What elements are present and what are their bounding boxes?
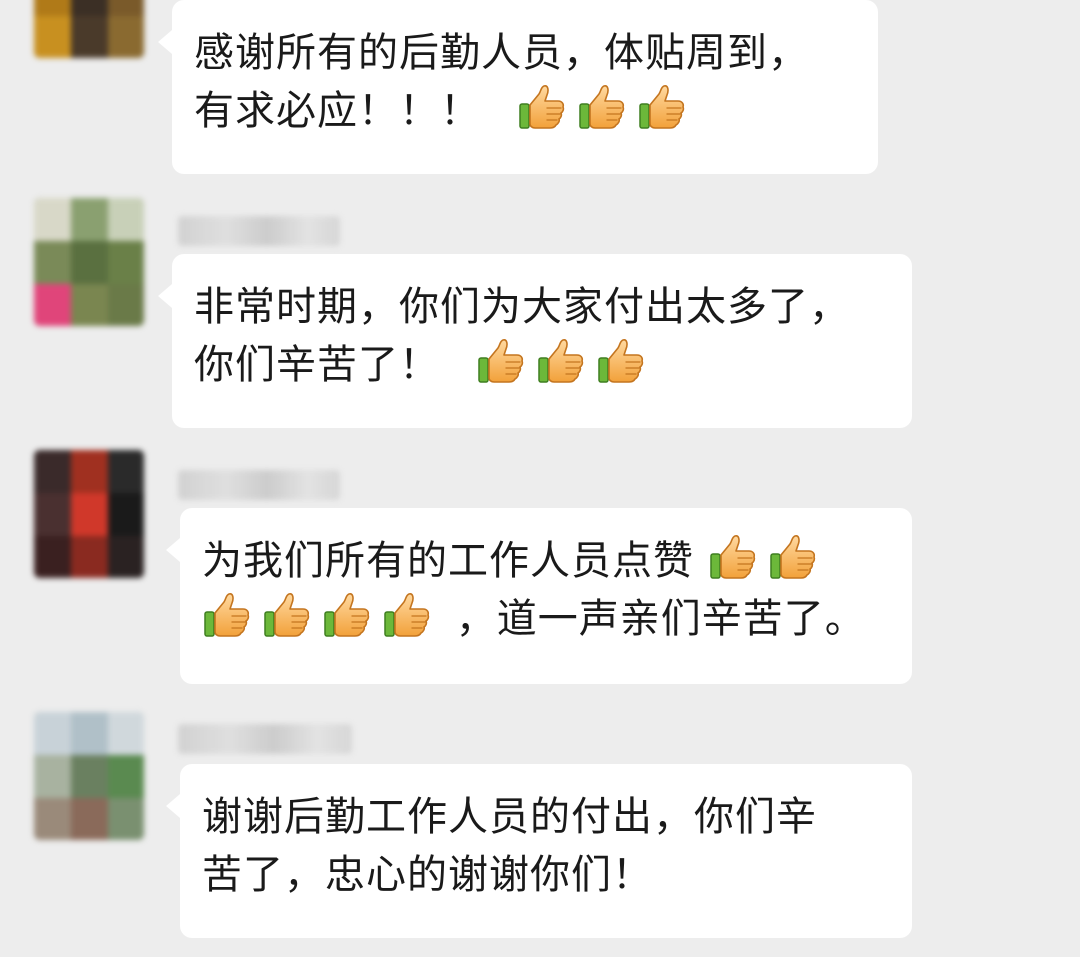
message-line: ，道一声亲们辛苦了。 (202, 590, 888, 648)
thumbs-group (708, 535, 828, 584)
message-bubble[interactable]: 感谢所有的后勤人员，体贴周到， 有求必应！！！ (158, 0, 878, 174)
chat-history[interactable]: 感谢所有的后勤人员，体贴周到， 有求必应！！！ 非常时期，你们为大家付出太多了，… (0, 0, 1080, 957)
message-bubble[interactable]: 为我们所有的工作人员点赞 ，道一声亲们辛苦了。 (166, 508, 912, 684)
message-line: 你们辛苦了！ (194, 336, 888, 394)
message-line: 为我们所有的工作人员点赞 (202, 532, 888, 590)
avatar[interactable] (34, 712, 144, 840)
sender-name-redacted (178, 216, 340, 246)
thumbs-up-icon (708, 532, 758, 582)
avatar[interactable] (34, 0, 144, 58)
message-line: 感谢所有的后勤人员，体贴周到， (194, 24, 854, 82)
message-text: 感谢所有的后勤人员，体贴周到， (194, 30, 809, 76)
message-text: ，道一声亲们辛苦了。 (455, 596, 866, 642)
message-line: 非常时期，你们为大家付出太多了， (194, 278, 888, 336)
thumbs-up-icon (596, 336, 646, 386)
thumbs-group (517, 85, 697, 134)
thumbs-up-icon (382, 590, 432, 640)
thumbs-up-icon (536, 336, 586, 386)
avatar[interactable] (34, 450, 144, 578)
thumbs-group (202, 593, 442, 642)
message-text: 非常时期，你们为大家付出太多了， (194, 284, 850, 330)
message-text: 为我们所有的工作人员点赞 (202, 538, 694, 584)
message-line: 苦了，忠心的谢谢你们！ (202, 846, 888, 904)
sender-name-redacted (178, 470, 340, 500)
thumbs-group (476, 339, 656, 388)
message-text: 有求必应！！！ (194, 88, 481, 134)
thumbs-up-icon (202, 590, 252, 640)
avatar[interactable] (34, 198, 144, 326)
thumbs-up-icon (476, 336, 526, 386)
thumbs-up-icon (262, 590, 312, 640)
message-bubble[interactable]: 非常时期，你们为大家付出太多了， 你们辛苦了！ (158, 254, 912, 428)
thumbs-up-icon (768, 532, 818, 582)
message-line: 有求必应！！！ (194, 82, 854, 140)
sender-name-redacted (178, 724, 352, 754)
thumbs-up-icon (637, 82, 687, 132)
message-text: 谢谢后勤工作人员的付出，你们辛 (202, 794, 817, 840)
message-line: 谢谢后勤工作人员的付出，你们辛 (202, 788, 888, 846)
thumbs-up-icon (577, 82, 627, 132)
thumbs-up-icon (322, 590, 372, 640)
thumbs-up-icon (517, 82, 567, 132)
message-bubble[interactable]: 谢谢后勤工作人员的付出，你们辛 苦了，忠心的谢谢你们！ (166, 764, 912, 938)
message-text: 苦了，忠心的谢谢你们！ (202, 852, 653, 898)
message-text: 你们辛苦了！ (194, 342, 440, 388)
